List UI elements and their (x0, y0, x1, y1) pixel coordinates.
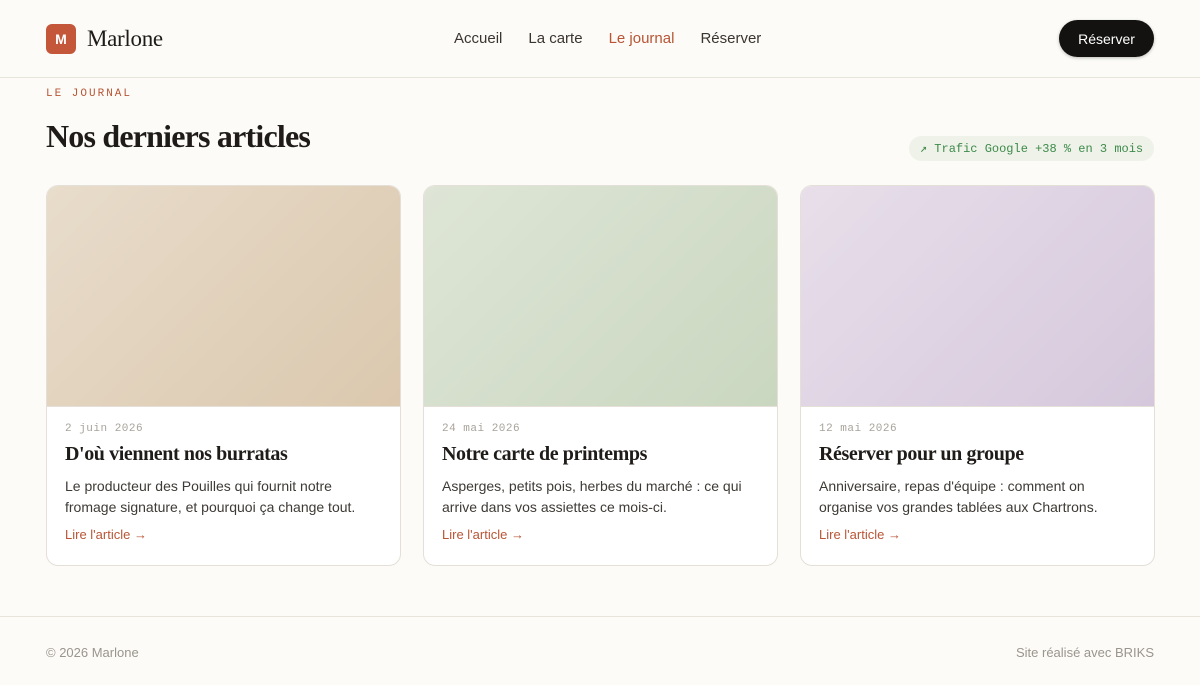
main-nav: Accueil La carte Le journal Réserver (454, 30, 761, 47)
brand-logo: M (46, 24, 76, 54)
article-title[interactable]: D'où viennent nos burratas (65, 443, 382, 466)
nav-reserver[interactable]: Réserver (700, 30, 761, 47)
site-header: M Marlone Accueil La carte Le journal Ré… (0, 0, 1200, 78)
site-credit[interactable]: Site réalisé avec BRIKS (1016, 645, 1154, 660)
article-card[interactable]: 12 mai 2026 Réserver pour un groupe Anni… (800, 185, 1155, 566)
article-image[interactable] (424, 186, 777, 407)
article-image[interactable] (801, 186, 1154, 407)
brand[interactable]: M Marlone (46, 24, 163, 54)
read-article-link[interactable]: Lire l'article → (65, 527, 147, 542)
article-title[interactable]: Réserver pour un groupe (819, 443, 1136, 466)
article-date: 24 mai 2026 (442, 423, 521, 435)
article-image[interactable] (47, 186, 400, 407)
article-excerpt: Anniversaire, repas d'équipe : comment o… (819, 478, 1098, 515)
section-eyebrow: LE JOURNAL (46, 88, 133, 100)
page-title: Nos derniers articles (46, 118, 311, 154)
article-excerpt: Asperges, petits pois, herbes du marché … (442, 478, 742, 515)
article-card[interactable]: 2 juin 2026 D'où viennent nos burratas L… (46, 185, 401, 566)
copyright: © 2026 Marlone (46, 645, 139, 660)
article-excerpt: Le producteur des Pouilles qui fournit n… (65, 478, 356, 515)
traffic-badge: ↗ Trafic Google +38 % en 3 mois (909, 136, 1154, 161)
brand-name: Marlone (87, 26, 163, 51)
read-article-link[interactable]: Lire l'article → (819, 527, 901, 542)
reserve-button[interactable]: Réserver (1059, 20, 1154, 57)
nav-la-carte[interactable]: La carte (528, 30, 582, 47)
nav-accueil[interactable]: Accueil (454, 30, 502, 47)
article-title[interactable]: Notre carte de printemps (442, 443, 759, 466)
site-footer: © 2026 Marlone Site réalisé avec BRIKS (0, 616, 1200, 685)
nav-le-journal[interactable]: Le journal (609, 30, 675, 47)
article-date: 12 mai 2026 (819, 423, 898, 435)
article-date: 2 juin 2026 (65, 423, 144, 435)
article-card[interactable]: 24 mai 2026 Notre carte de printemps Asp… (423, 185, 778, 566)
read-article-link[interactable]: Lire l'article → (442, 527, 524, 542)
